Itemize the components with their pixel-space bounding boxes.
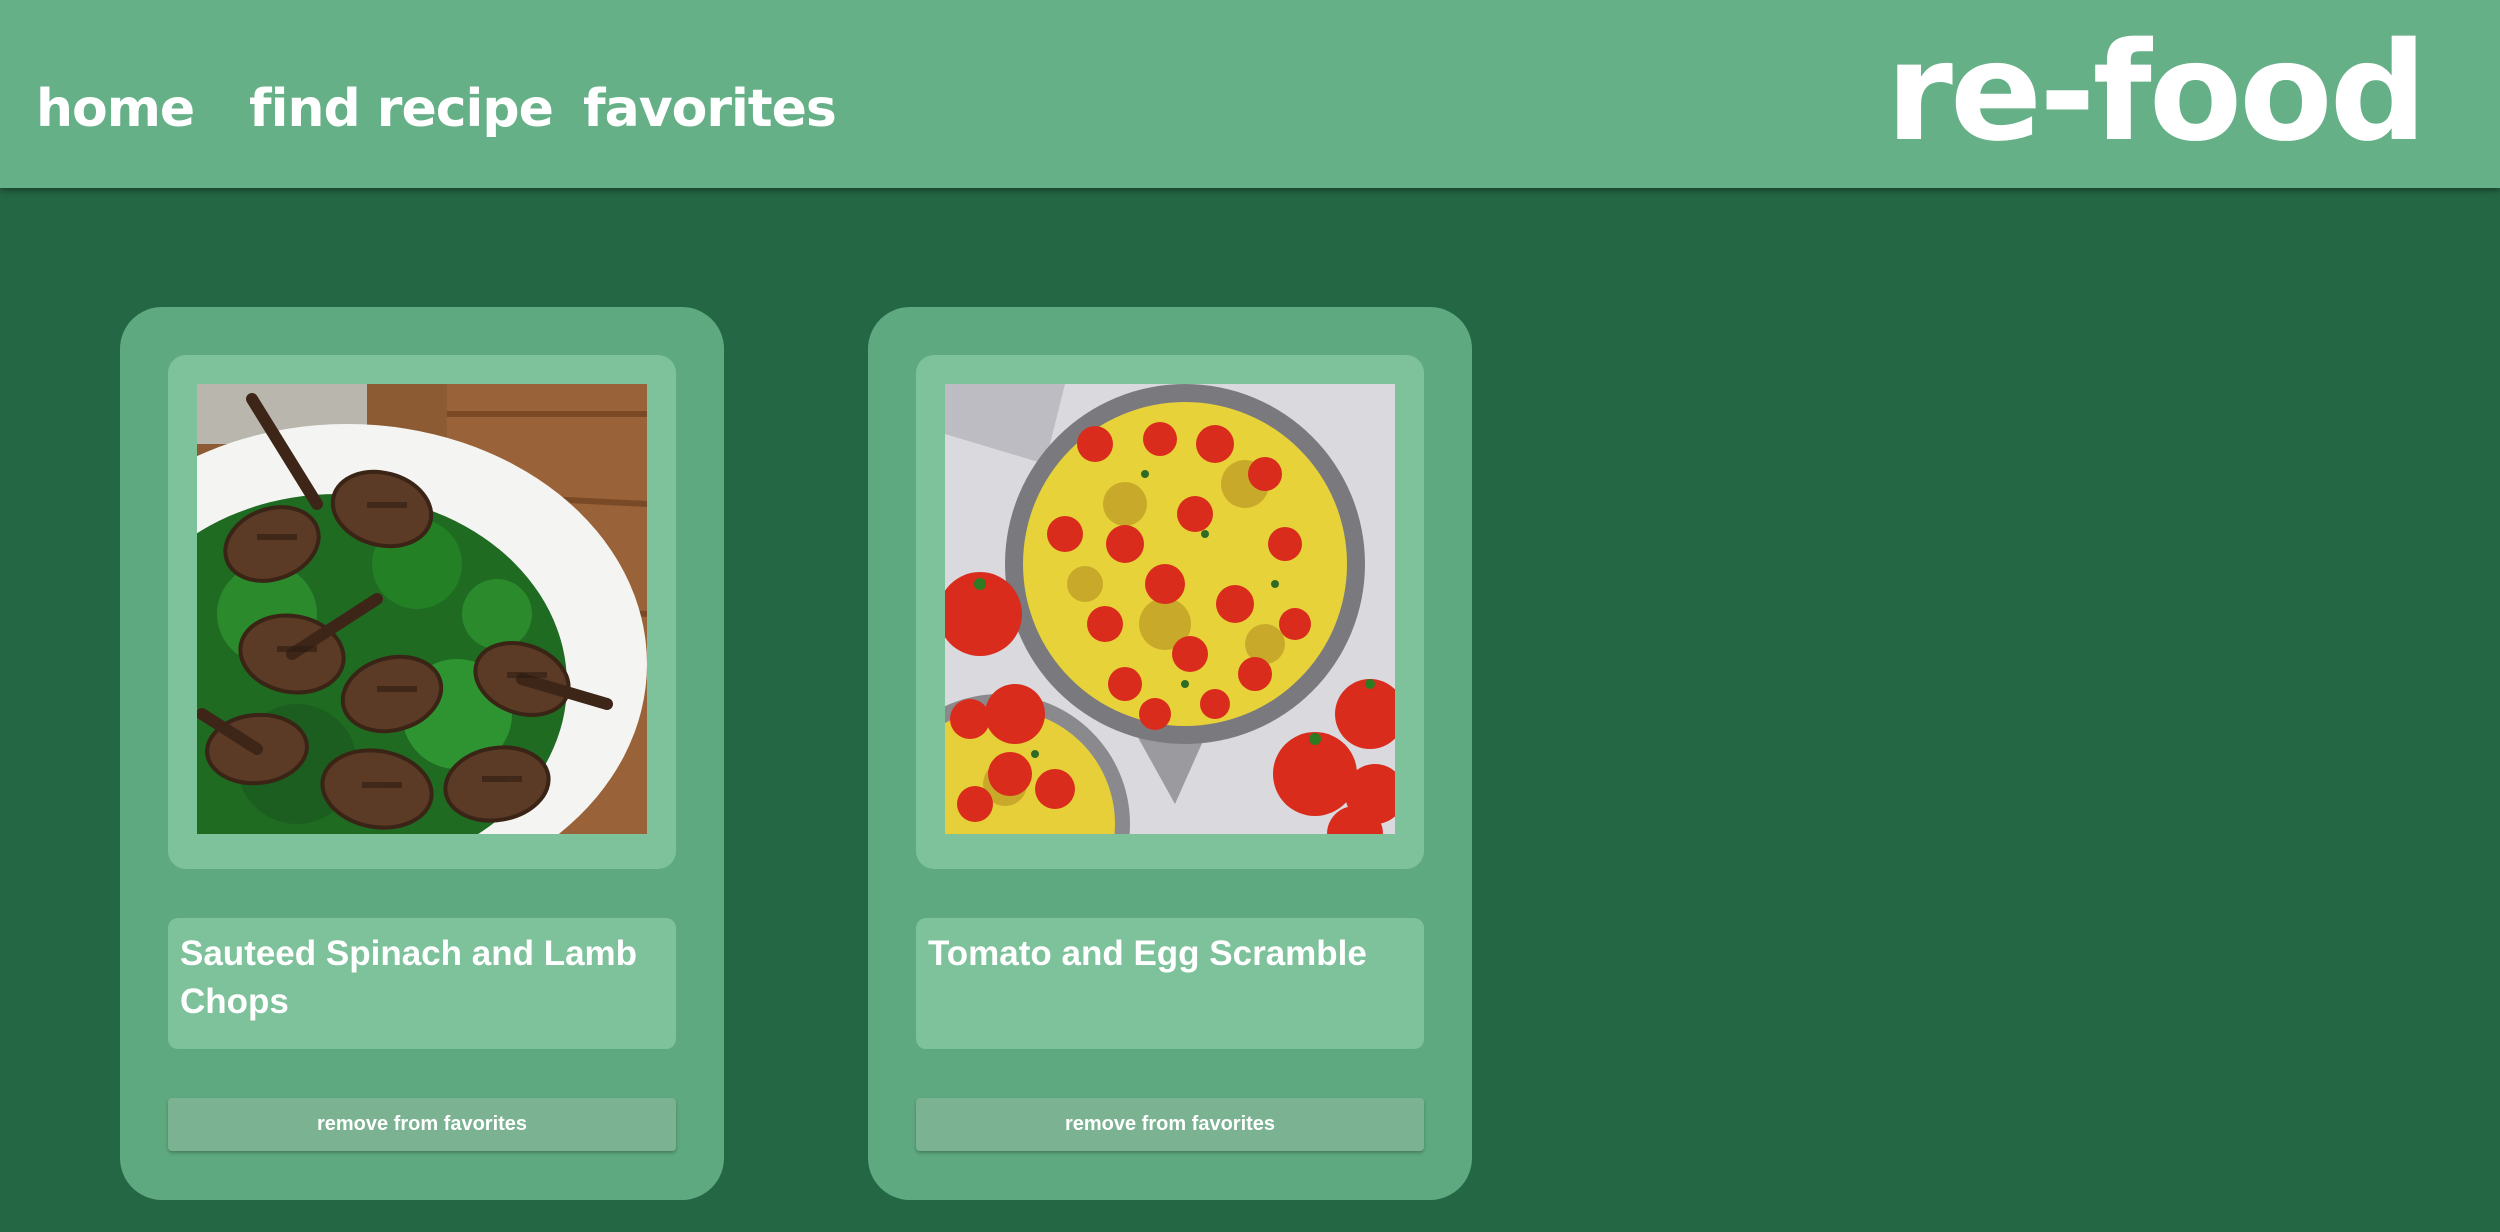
recipe-image-frame <box>916 355 1424 869</box>
recipe-image-tomato-egg[interactable] <box>945 384 1395 834</box>
top-navigation-bar: home find recipe favorites re-food <box>0 0 2500 188</box>
remove-from-favorites-button[interactable]: remove from favorites <box>168 1098 676 1151</box>
recipe-title: Sauteed Spinach and Lamb Chops <box>180 934 638 1021</box>
remove-from-favorites-button[interactable]: remove from favorites <box>916 1098 1424 1151</box>
recipe-card: Sauteed Spinach and Lamb Chops remove fr… <box>120 307 724 1200</box>
tomato-egg-scramble-photo <box>945 384 1395 834</box>
recipe-image-lamb-chops[interactable] <box>197 384 647 834</box>
recipe-title-panel: Tomato and Egg Scramble <box>916 918 1424 1049</box>
nav-home-link[interactable]: home <box>36 72 195 146</box>
lamb-chops-photo <box>197 384 647 834</box>
recipe-image-frame <box>168 355 676 869</box>
recipe-title-panel: Sauteed Spinach and Lamb Chops <box>168 918 676 1049</box>
nav-find-recipe-link[interactable]: find recipe <box>249 72 554 146</box>
nav-favorites-link[interactable]: favorites <box>583 72 837 146</box>
app-logo: re-food <box>1885 14 2427 172</box>
recipe-card: Tomato and Egg Scramble remove from favo… <box>868 307 1472 1200</box>
recipe-title: Tomato and Egg Scramble <box>928 934 1367 973</box>
